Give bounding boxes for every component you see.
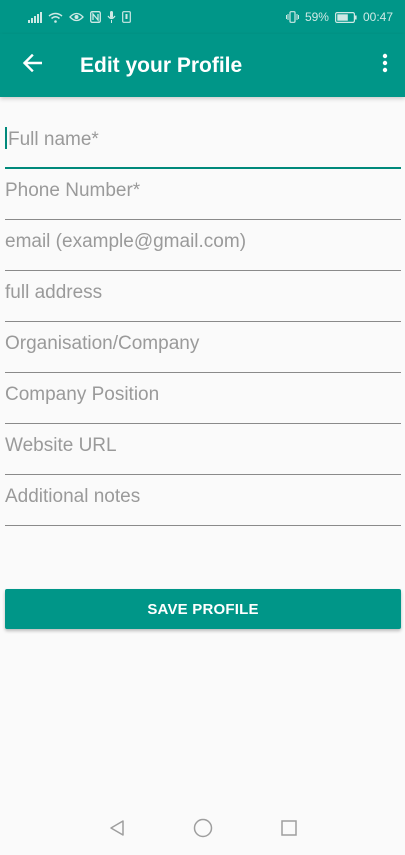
wifi-icon	[48, 12, 63, 23]
nav-recents-button[interactable]	[278, 820, 300, 842]
status-bar: 59% 00:47	[0, 0, 405, 34]
battery-percent: 59%	[304, 10, 329, 24]
phone-number-input[interactable]	[5, 177, 401, 205]
vibrate-icon	[285, 11, 299, 23]
status-left-icons	[28, 11, 131, 23]
recents-square-icon	[280, 819, 298, 842]
save-profile-button[interactable]: SAVE PROFILE	[5, 589, 401, 629]
more-vert-icon	[382, 53, 388, 78]
position-field	[5, 373, 401, 424]
battery-icon	[334, 11, 357, 23]
sim-icon	[122, 11, 131, 23]
page-title: Edit your Profile	[80, 53, 243, 77]
profile-form	[5, 118, 401, 526]
nav-home-button[interactable]	[192, 818, 214, 843]
organisation-field	[5, 322, 401, 373]
phone-number-field	[5, 169, 401, 220]
arrow-left-icon	[22, 53, 43, 77]
email-input[interactable]	[5, 228, 401, 256]
mic-icon	[107, 11, 116, 23]
back-button[interactable]	[0, 34, 64, 97]
nfc-icon	[90, 11, 101, 23]
status-right-icons: 59% 00:47	[285, 10, 393, 24]
back-triangle-icon	[108, 819, 126, 842]
organisation-input[interactable]	[5, 330, 401, 358]
position-input[interactable]	[5, 381, 401, 409]
eye-icon	[69, 12, 84, 22]
overflow-menu-button[interactable]	[365, 34, 405, 97]
home-circle-icon	[193, 818, 213, 843]
clock: 00:47	[362, 10, 393, 24]
notes-field	[5, 475, 401, 526]
full-name-input[interactable]	[5, 126, 401, 154]
email-field	[5, 220, 401, 271]
address-field	[5, 271, 401, 322]
signal-icon	[28, 11, 42, 23]
system-nav-bar	[0, 806, 405, 855]
address-input[interactable]	[5, 279, 401, 307]
app-bar: Edit your Profile	[0, 34, 405, 97]
notes-input[interactable]	[5, 483, 401, 511]
website-input[interactable]	[5, 432, 401, 460]
nav-back-button[interactable]	[106, 820, 128, 842]
website-field	[5, 424, 401, 475]
full-name-field	[5, 118, 401, 169]
